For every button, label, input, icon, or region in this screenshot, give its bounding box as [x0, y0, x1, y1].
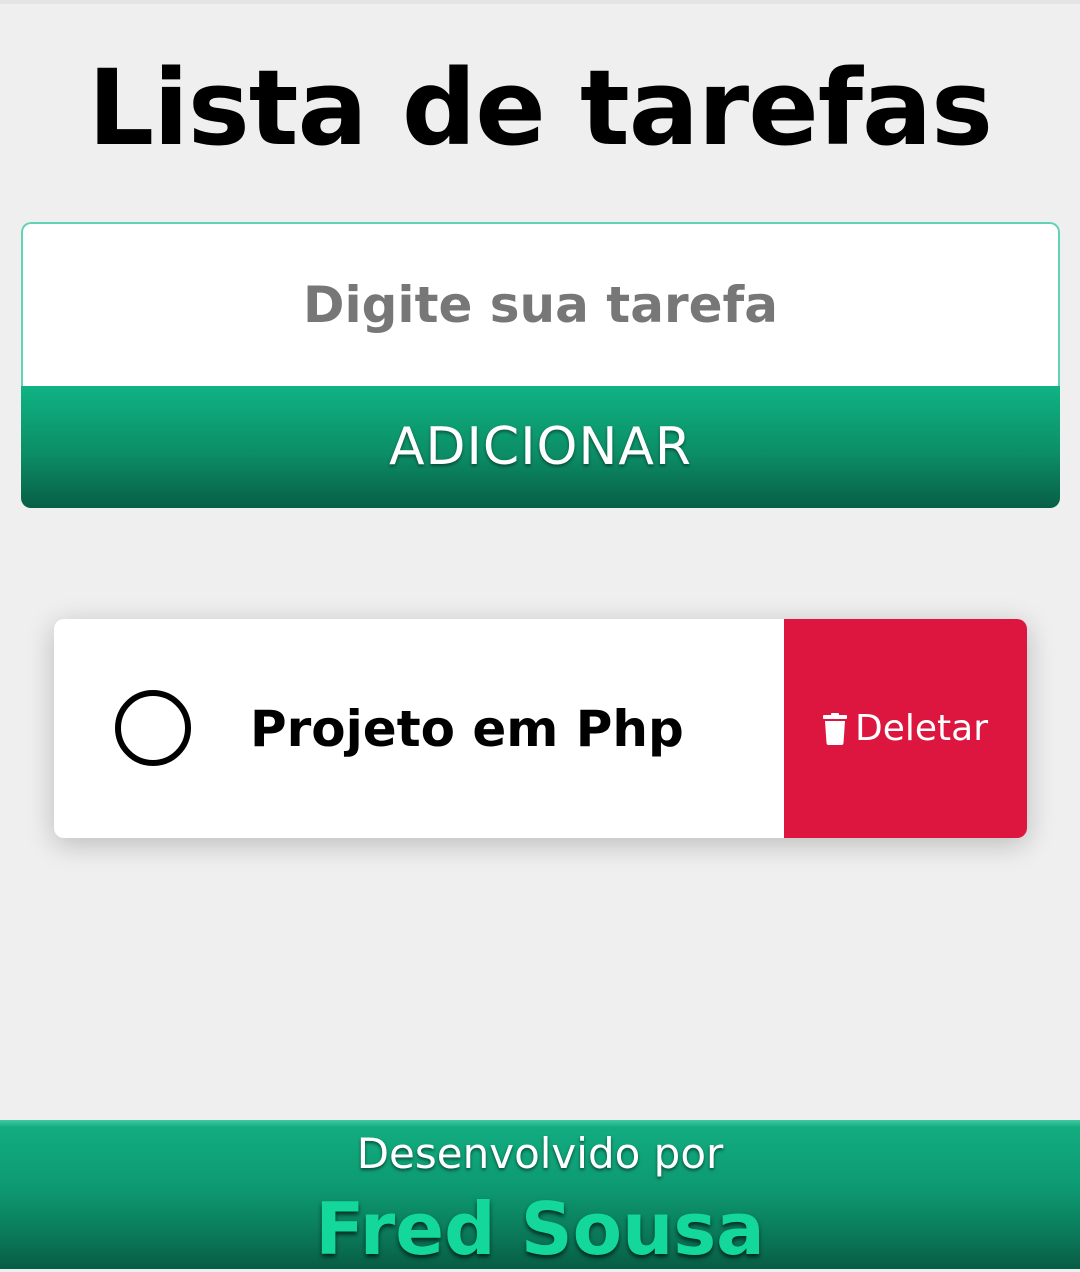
task-item: Projeto em Php Deletar	[54, 619, 1027, 838]
task-text: Projeto em Php	[250, 700, 684, 758]
trash-icon	[823, 712, 847, 745]
delete-label: Deletar	[855, 708, 988, 749]
task-form: ADICIONAR	[21, 222, 1060, 508]
delete-button[interactable]: Deletar	[784, 619, 1027, 838]
top-edge	[0, 0, 1080, 4]
circle-outline-icon[interactable]	[115, 690, 191, 766]
task-input[interactable]	[21, 222, 1060, 386]
page-title: Lista de tarefas	[87, 47, 993, 169]
footer-author: Fred Sousa	[315, 1187, 765, 1271]
add-button[interactable]: ADICIONAR	[21, 386, 1060, 508]
footer: Desenvolvido por Fred Sousa	[0, 1120, 1080, 1271]
footer-label: Desenvolvido por	[356, 1129, 724, 1178]
